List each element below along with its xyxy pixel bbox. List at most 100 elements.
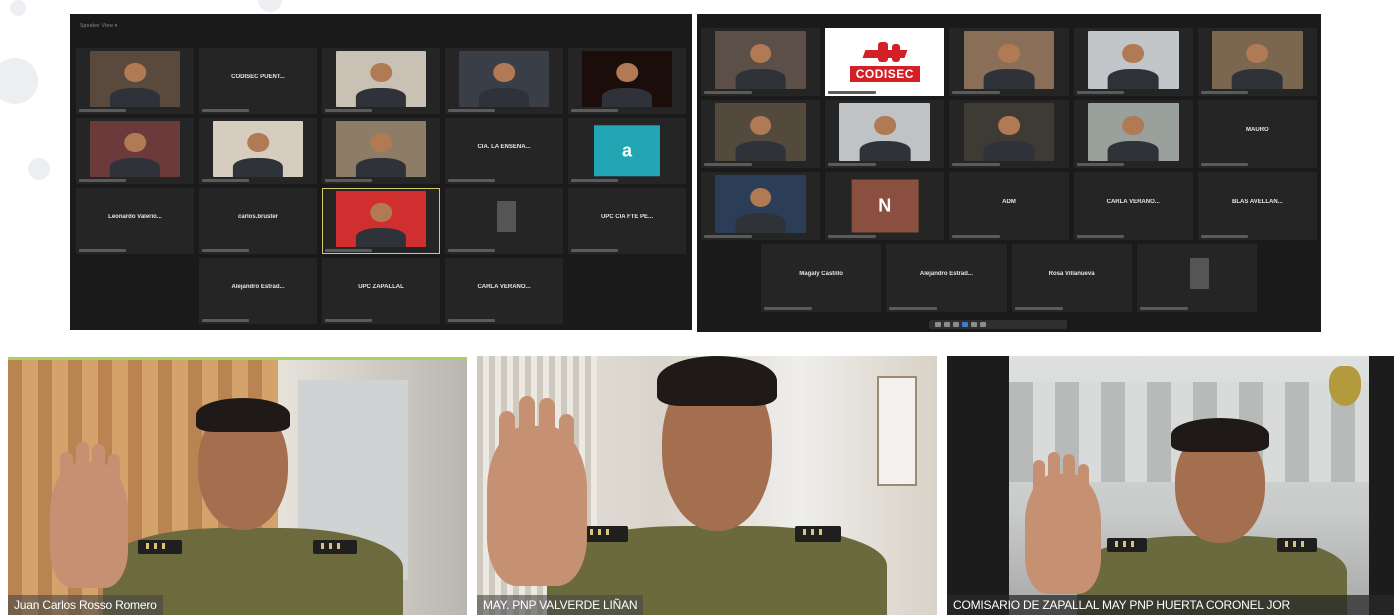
- officer-hair: [196, 398, 290, 432]
- participant-torso: [735, 213, 786, 234]
- participant-video: [90, 50, 180, 108]
- tile-caption-bar: [1014, 307, 1063, 310]
- participant-name: CARLA VERANO...: [477, 284, 531, 291]
- epaulette: [1107, 538, 1147, 552]
- play-icon[interactable]: [962, 322, 968, 327]
- participant-tile[interactable]: UPC ZAPALLAL: [322, 258, 440, 324]
- participant-tile[interactable]: [322, 48, 440, 114]
- tile-caption-bar: [202, 249, 250, 252]
- participant-name: CODISEC PUENT...: [231, 74, 285, 81]
- participant-tile[interactable]: [76, 118, 194, 184]
- emblem: [1329, 366, 1361, 406]
- participant-tile[interactable]: CARLA VERANO...: [445, 258, 563, 324]
- participant-name: Alejandro Estrad...: [919, 271, 973, 278]
- participant-tile[interactable]: MAURO: [1197, 100, 1317, 168]
- participant-tile[interactable]: Alejandro Estrad...: [199, 258, 317, 324]
- tile-caption-bar: [79, 249, 127, 252]
- decorative-dot: [0, 58, 38, 104]
- view-mode-label[interactable]: Speaker View ▾: [80, 23, 117, 29]
- participant-tile[interactable]: a: [568, 118, 686, 184]
- participant-torso: [1232, 69, 1283, 90]
- tile-caption-bar: [1200, 91, 1249, 94]
- video-panel-middle: MAY. PNP VALVERDE LIÑAN: [477, 356, 937, 615]
- participant-tile[interactable]: [1073, 28, 1193, 96]
- tile-caption-bar: [448, 109, 496, 112]
- left-meeting-screenshot: Speaker View ▾ CODISEC PUENT... CIA. LA E…: [70, 14, 692, 330]
- tile-caption-bar: [202, 319, 250, 322]
- tile-caption-bar: [1139, 307, 1188, 310]
- participant-row: MAURO: [701, 100, 1317, 168]
- participant-tile[interactable]: CARLA VERANO...: [1073, 172, 1193, 240]
- participant-tile[interactable]: [76, 258, 194, 324]
- participant-tile[interactable]: N: [825, 172, 945, 240]
- participant-video: [336, 120, 426, 178]
- participant-tile[interactable]: Rosa Villanueva: [1011, 244, 1132, 312]
- participant-name: UPC CIA FTE PE...: [600, 214, 654, 221]
- decorative-dot: [258, 0, 282, 12]
- participant-name: Leonardo Valerio...: [108, 214, 162, 221]
- participant-tile[interactable]: Magaly Castillo: [761, 244, 882, 312]
- participant-row: CODISEC: [701, 28, 1317, 96]
- participant-tile[interactable]: [1197, 28, 1317, 96]
- tile-caption-bar: [202, 109, 250, 112]
- participant-torso: [478, 88, 530, 108]
- participant-tile[interactable]: [701, 28, 821, 96]
- participant-head: [998, 115, 1020, 136]
- participant-tile[interactable]: UPC CIA FTE PE...: [568, 188, 686, 254]
- prev-icon[interactable]: [944, 322, 950, 327]
- participant-tile[interactable]: [701, 100, 821, 168]
- meeting-topbar: Speaker View ▾: [70, 14, 692, 40]
- participant-tile[interactable]: Leonardo Valerio...: [76, 188, 194, 254]
- participant-tile[interactable]: [1136, 244, 1257, 312]
- participant-tile[interactable]: [76, 48, 194, 114]
- participant-name: MAURO: [1246, 127, 1269, 134]
- finger: [1033, 460, 1045, 506]
- officer-hair: [1171, 418, 1269, 452]
- tile-caption-bar: [325, 109, 373, 112]
- participant-torso: [735, 69, 786, 90]
- officer-hair: [657, 356, 777, 406]
- tile-caption-bar: [1200, 163, 1249, 166]
- finger: [519, 396, 535, 466]
- participant-tile[interactable]: Alejandro Estrad...: [886, 244, 1007, 312]
- wall-frame: [877, 376, 917, 486]
- participant-tile[interactable]: [568, 48, 686, 114]
- participant-tile[interactable]: [949, 28, 1069, 96]
- participant-row: N ADM CARLA VERANO... BLAS AVELLAN...: [701, 172, 1317, 240]
- pause-icon[interactable]: [953, 322, 959, 327]
- participant-tile[interactable]: [322, 118, 440, 184]
- finger: [1048, 452, 1060, 502]
- participant-head: [124, 133, 146, 153]
- participant-tile[interactable]: [949, 100, 1069, 168]
- participant-tile[interactable]: BLAS AVELLAN...: [1197, 172, 1317, 240]
- participant-torso: [355, 88, 407, 108]
- participant-tile[interactable]: CIA. LA ENSENA...: [445, 118, 563, 184]
- participant-caption: COMISARIO DE ZAPALLAL MAY PNP HUERTA COR…: [947, 595, 1394, 615]
- tile-caption-bar: [448, 319, 496, 322]
- participant-tile[interactable]: [199, 118, 317, 184]
- participant-video: [839, 102, 931, 162]
- participant-tile[interactable]: ADM: [949, 172, 1069, 240]
- participant-tile[interactable]: CODISEC: [825, 28, 945, 96]
- next-icon[interactable]: [971, 322, 977, 327]
- participant-tile[interactable]: [445, 48, 563, 114]
- forward-icon[interactable]: [980, 322, 986, 327]
- participant-row: Magaly Castillo Alejandro Estrad... Rosa V…: [761, 244, 1257, 312]
- participant-head: [1246, 43, 1269, 64]
- participant-caption: Juan Carlos Rosso Romero: [8, 595, 163, 615]
- finger: [1063, 454, 1075, 504]
- back-icon[interactable]: [935, 322, 941, 327]
- participant-tile[interactable]: carlos.bruster: [199, 188, 317, 254]
- participant-tile[interactable]: [445, 188, 563, 254]
- participant-tile[interactable]: CODISEC PUENT...: [199, 48, 317, 114]
- participant-tile[interactable]: [825, 100, 945, 168]
- participant-tile[interactable]: [1073, 100, 1193, 168]
- participant-video: [213, 120, 303, 178]
- participant-head: [124, 63, 146, 83]
- participant-tile[interactable]: [568, 258, 686, 324]
- decorative-dot: [10, 0, 26, 16]
- participant-tile[interactable]: [322, 188, 440, 254]
- participant-tile[interactable]: [701, 172, 821, 240]
- tile-caption-bar: [1200, 235, 1249, 238]
- tile-caption-bar: [828, 163, 876, 166]
